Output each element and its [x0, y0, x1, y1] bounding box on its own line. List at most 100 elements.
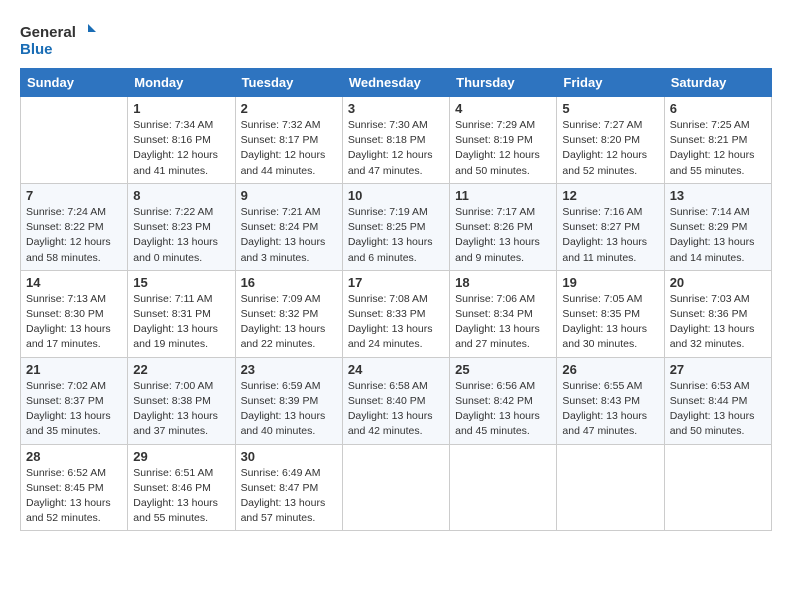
- day-number: 23: [241, 362, 337, 377]
- day-number: 30: [241, 449, 337, 464]
- calendar-cell: [342, 444, 449, 531]
- day-number: 10: [348, 188, 444, 203]
- calendar-cell: 8 Sunrise: 7:22 AMSunset: 8:23 PMDaylight…: [128, 183, 235, 270]
- day-number: 12: [562, 188, 658, 203]
- day-of-week-header: Saturday: [664, 69, 771, 97]
- calendar-cell: 5Sunrise: 7:27 AMSunset: 8:20 PMDaylight…: [557, 97, 664, 184]
- day-info: Sunrise: 6:59 AMSunset: 8:39 PMDaylight:…: [241, 379, 337, 440]
- day-number: 16: [241, 275, 337, 290]
- day-number: 24: [348, 362, 444, 377]
- day-info: Sunrise: 6:55 AMSunset: 8:43 PMDaylight:…: [562, 379, 658, 440]
- calendar-cell: 11 Sunrise: 7:17 AMSunset: 8:26 PMDayligh…: [450, 183, 557, 270]
- calendar-cell: 17Sunrise: 7:08 AMSunset: 8:33 PMDayligh…: [342, 270, 449, 357]
- calendar-cell: 30 Sunrise: 6:49 AMSunset: 8:47 PMDayligh…: [235, 444, 342, 531]
- calendar-cell: 26 Sunrise: 6:55 AMSunset: 8:43 PMDayligh…: [557, 357, 664, 444]
- day-number: 3: [348, 101, 444, 116]
- calendar-week-row: 21 Sunrise: 7:02 AMSunset: 8:37 PMDayligh…: [21, 357, 772, 444]
- calendar-cell: 14 Sunrise: 7:13 AMSunset: 8:30 PMDayligh…: [21, 270, 128, 357]
- calendar-week-row: 14 Sunrise: 7:13 AMSunset: 8:30 PMDayligh…: [21, 270, 772, 357]
- day-info: Sunrise: 7:11 AMSunset: 8:31 PMDaylight:…: [133, 292, 229, 353]
- day-info: Sunrise: 7:08 AMSunset: 8:33 PMDaylight:…: [348, 292, 444, 353]
- calendar-cell: 7Sunrise: 7:24 AMSunset: 8:22 PMDaylight…: [21, 183, 128, 270]
- calendar-cell: 18Sunrise: 7:06 AMSunset: 8:34 PMDayligh…: [450, 270, 557, 357]
- day-of-week-header: Thursday: [450, 69, 557, 97]
- calendar-cell: 20 Sunrise: 7:03 AMSunset: 8:36 PMDayligh…: [664, 270, 771, 357]
- calendar-cell: 12 Sunrise: 7:16 AMSunset: 8:27 PMDayligh…: [557, 183, 664, 270]
- calendar-cell: [450, 444, 557, 531]
- calendar-cell: [21, 97, 128, 184]
- calendar-cell: [557, 444, 664, 531]
- day-number: 22: [133, 362, 229, 377]
- day-of-week-header: Monday: [128, 69, 235, 97]
- calendar-table: SundayMondayTuesdayWednesdayThursdayFrid…: [20, 68, 772, 531]
- day-info: Sunrise: 7:00 AMSunset: 8:38 PMDaylight:…: [133, 379, 229, 440]
- calendar-header: SundayMondayTuesdayWednesdayThursdayFrid…: [21, 69, 772, 97]
- day-info: Sunrise: 6:49 AMSunset: 8:47 PMDaylight:…: [241, 466, 337, 527]
- day-info: Sunrise: 7:14 AMSunset: 8:29 PMDaylight:…: [670, 205, 766, 266]
- day-info: Sunrise: 7:32 AMSunset: 8:17 PMDaylight:…: [241, 118, 337, 179]
- day-info: Sunrise: 7:25 AMSunset: 8:21 PMDaylight:…: [670, 118, 766, 179]
- day-number: 20: [670, 275, 766, 290]
- day-number: 27: [670, 362, 766, 377]
- day-info: Sunrise: 7:19 AMSunset: 8:25 PMDaylight:…: [348, 205, 444, 266]
- day-of-week-header: Friday: [557, 69, 664, 97]
- day-number: 8: [133, 188, 229, 203]
- calendar-cell: 10 Sunrise: 7:19 AMSunset: 8:25 PMDayligh…: [342, 183, 449, 270]
- calendar-cell: 9Sunrise: 7:21 AMSunset: 8:24 PMDaylight…: [235, 183, 342, 270]
- calendar-cell: 19 Sunrise: 7:05 AMSunset: 8:35 PMDayligh…: [557, 270, 664, 357]
- day-info: Sunrise: 7:29 AMSunset: 8:19 PMDaylight:…: [455, 118, 551, 179]
- page-header: General Blue: [20, 20, 772, 60]
- svg-text:Blue: Blue: [20, 41, 53, 58]
- day-number: 21: [26, 362, 122, 377]
- calendar-cell: 13Sunrise: 7:14 AMSunset: 8:29 PMDayligh…: [664, 183, 771, 270]
- svg-text:General: General: [20, 24, 76, 41]
- day-info: Sunrise: 7:17 AMSunset: 8:26 PMDaylight:…: [455, 205, 551, 266]
- calendar-cell: 29 Sunrise: 6:51 AMSunset: 8:46 PMDayligh…: [128, 444, 235, 531]
- calendar-body: 1 Sunrise: 7:34 AMSunset: 8:16 PMDaylight…: [21, 97, 772, 531]
- calendar-cell: 22 Sunrise: 7:00 AMSunset: 8:38 PMDayligh…: [128, 357, 235, 444]
- day-info: Sunrise: 7:13 AMSunset: 8:30 PMDaylight:…: [26, 292, 122, 353]
- day-number: 11: [455, 188, 551, 203]
- day-info: Sunrise: 6:58 AMSunset: 8:40 PMDaylight:…: [348, 379, 444, 440]
- calendar-cell: 24 Sunrise: 6:58 AMSunset: 8:40 PMDayligh…: [342, 357, 449, 444]
- day-info: Sunrise: 7:16 AMSunset: 8:27 PMDaylight:…: [562, 205, 658, 266]
- day-info: Sunrise: 7:03 AMSunset: 8:36 PMDaylight:…: [670, 292, 766, 353]
- day-number: 29: [133, 449, 229, 464]
- day-info: Sunrise: 7:34 AMSunset: 8:16 PMDaylight:…: [133, 118, 229, 179]
- calendar-cell: 28 Sunrise: 6:52 AMSunset: 8:45 PMDayligh…: [21, 444, 128, 531]
- day-info: Sunrise: 6:51 AMSunset: 8:46 PMDaylight:…: [133, 466, 229, 527]
- calendar-cell: 2 Sunrise: 7:32 AMSunset: 8:17 PMDaylight…: [235, 97, 342, 184]
- day-of-week-header: Sunday: [21, 69, 128, 97]
- calendar-cell: 4 Sunrise: 7:29 AMSunset: 8:19 PMDaylight…: [450, 97, 557, 184]
- day-number: 19: [562, 275, 658, 290]
- day-number: 15: [133, 275, 229, 290]
- day-number: 1: [133, 101, 229, 116]
- day-info: Sunrise: 6:53 AMSunset: 8:44 PMDaylight:…: [670, 379, 766, 440]
- day-number: 18: [455, 275, 551, 290]
- day-info: Sunrise: 7:22 AMSunset: 8:23 PMDaylight:…: [133, 205, 229, 266]
- day-number: 4: [455, 101, 551, 116]
- calendar-cell: 6 Sunrise: 7:25 AMSunset: 8:21 PMDaylight…: [664, 97, 771, 184]
- days-of-week-row: SundayMondayTuesdayWednesdayThursdayFrid…: [21, 69, 772, 97]
- day-number: 7: [26, 188, 122, 203]
- day-info: Sunrise: 7:02 AMSunset: 8:37 PMDaylight:…: [26, 379, 122, 440]
- day-info: Sunrise: 7:09 AMSunset: 8:32 PMDaylight:…: [241, 292, 337, 353]
- day-info: Sunrise: 7:27 AMSunset: 8:20 PMDaylight:…: [562, 118, 658, 179]
- calendar-cell: 15 Sunrise: 7:11 AMSunset: 8:31 PMDayligh…: [128, 270, 235, 357]
- day-number: 14: [26, 275, 122, 290]
- calendar-cell: [664, 444, 771, 531]
- calendar-cell: 1 Sunrise: 7:34 AMSunset: 8:16 PMDaylight…: [128, 97, 235, 184]
- day-info: Sunrise: 6:56 AMSunset: 8:42 PMDaylight:…: [455, 379, 551, 440]
- day-number: 28: [26, 449, 122, 464]
- day-info: Sunrise: 7:05 AMSunset: 8:35 PMDaylight:…: [562, 292, 658, 353]
- day-number: 6: [670, 101, 766, 116]
- day-of-week-header: Tuesday: [235, 69, 342, 97]
- logo: General Blue: [20, 20, 100, 60]
- day-number: 26: [562, 362, 658, 377]
- calendar-cell: 27 Sunrise: 6:53 AMSunset: 8:44 PMDayligh…: [664, 357, 771, 444]
- calendar-cell: 21 Sunrise: 7:02 AMSunset: 8:37 PMDayligh…: [21, 357, 128, 444]
- calendar-cell: 23 Sunrise: 6:59 AMSunset: 8:39 PMDayligh…: [235, 357, 342, 444]
- calendar-week-row: 1 Sunrise: 7:34 AMSunset: 8:16 PMDaylight…: [21, 97, 772, 184]
- day-number: 2: [241, 101, 337, 116]
- day-info: Sunrise: 6:52 AMSunset: 8:45 PMDaylight:…: [26, 466, 122, 527]
